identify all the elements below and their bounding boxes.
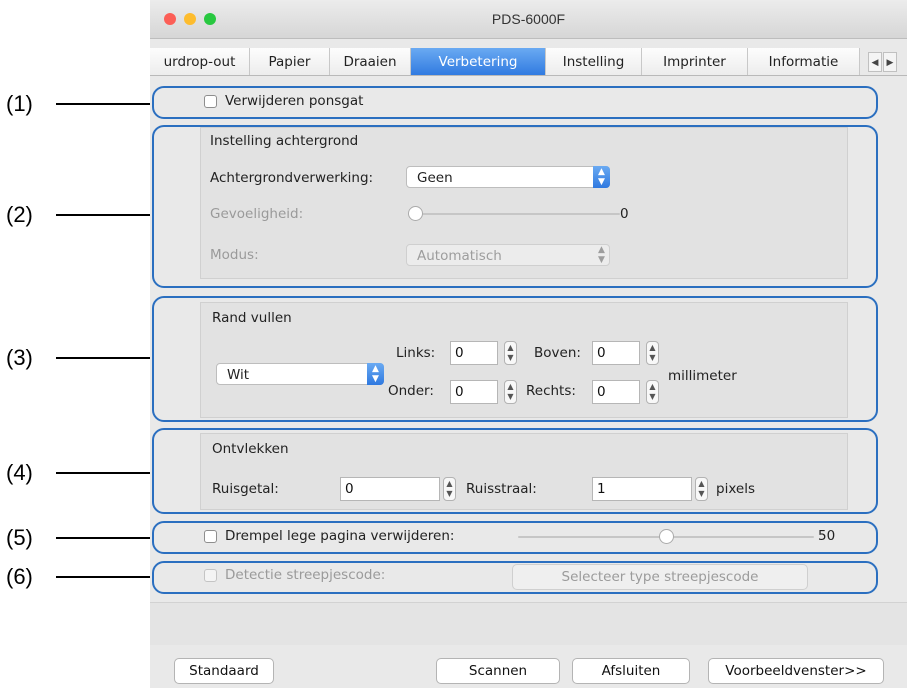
callout-1: (1) [6, 91, 33, 116]
callout-3: (3) [6, 345, 33, 370]
tab-divider [150, 75, 907, 76]
preview-button[interactable]: Voorbeeldvenster>> [708, 658, 884, 684]
highlight-box-3 [152, 296, 878, 422]
tab-draaien[interactable]: Draaien [330, 48, 411, 76]
callout-6-leader [56, 576, 152, 578]
callout-6: (6) [6, 564, 33, 589]
highlight-box-6 [152, 561, 878, 594]
callout-5-leader [56, 537, 152, 539]
default-button[interactable]: Standaard [174, 658, 274, 684]
tab-verbetering[interactable]: Verbetering [411, 48, 546, 76]
tab-dropout[interactable]: urdrop-out [150, 48, 250, 76]
callout-2-leader [56, 214, 152, 216]
tab-scroll-right-icon[interactable]: ▶ [883, 52, 897, 72]
highlight-box-2 [152, 125, 878, 288]
callout-5: (5) [6, 525, 33, 550]
highlight-box-5 [152, 521, 878, 554]
highlight-box-4 [152, 428, 878, 514]
tab-imprinter[interactable]: Imprinter [642, 48, 748, 76]
window-title: PDS-6000F [491, 11, 566, 27]
callout-1-leader [56, 103, 152, 105]
tab-scroll-left-icon[interactable]: ◀ [868, 52, 882, 72]
lower-panel [150, 602, 907, 645]
title-bar: PDS-6000F [150, 0, 907, 39]
close-button[interactable]: Afsluiten [572, 658, 690, 684]
tab-papier[interactable]: Papier [250, 48, 330, 76]
callout-4: (4) [6, 460, 33, 485]
callout-4-leader [56, 472, 152, 474]
scan-button[interactable]: Scannen [436, 658, 560, 684]
tab-informatie[interactable]: Informatie [748, 48, 860, 76]
tab-bar: urdrop-out Papier Draaien Verbetering In… [150, 48, 907, 76]
callout-2: (2) [6, 202, 33, 227]
tab-instelling[interactable]: Instelling [546, 48, 642, 76]
highlight-box-1 [152, 86, 878, 119]
callout-3-leader [56, 357, 152, 359]
